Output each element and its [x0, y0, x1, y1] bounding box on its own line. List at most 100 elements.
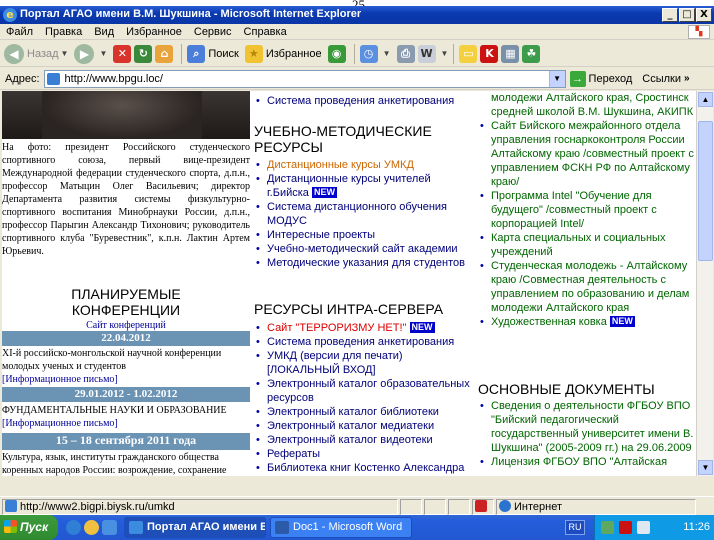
scroll-down-icon[interactable]: ▼: [698, 460, 713, 475]
address-bar: Адрес: http://www.bpgu.loc/ ▼ → Переход …: [0, 68, 714, 90]
clock: 11:26: [683, 521, 710, 533]
list-item[interactable]: Электронный каталог образовательных ресу…: [252, 377, 474, 405]
list-item[interactable]: Карта специальных и социальных учреждени…: [476, 231, 696, 259]
event-item: Культура, язык, институты гражданского о…: [2, 451, 250, 476]
list-item[interactable]: Учебно-методический сайт академии: [252, 242, 474, 256]
list-item[interactable]: Методические указания для студентов: [252, 256, 474, 270]
back-button[interactable]: ◀ Назад ▼: [4, 43, 68, 64]
list-item[interactable]: Студенческая молодежь - Алтайскому краю …: [476, 259, 696, 315]
conferences-site-link[interactable]: Сайт конференций: [2, 320, 250, 331]
menu-view[interactable]: Вид: [88, 24, 120, 40]
scroll-thumb[interactable]: [698, 121, 713, 261]
windows-flag-icon: [4, 520, 17, 533]
list-item[interactable]: Художественная ковка NEW: [476, 315, 696, 329]
list-item[interactable]: Дистанционные курсы УМКД: [252, 158, 474, 172]
minimize-button[interactable]: _: [662, 8, 678, 22]
maximize-button[interactable]: □: [679, 8, 695, 22]
address-url: http://www.bpgu.loc/: [64, 72, 163, 85]
go-button[interactable]: → Переход: [569, 70, 632, 87]
kaspersky-tray-icon[interactable]: [619, 521, 632, 534]
menu-file[interactable]: Файл: [0, 24, 39, 40]
event-info-link[interactable]: [Информационное письмо]: [2, 373, 250, 386]
list-item[interactable]: Сведения о деятельности ФГБОУ ВПО "Бийск…: [476, 399, 696, 455]
list-item[interactable]: Сайт Бийского межрайонного отдела управл…: [476, 119, 696, 189]
list-item[interactable]: Электронный каталог медиатеки: [252, 419, 474, 433]
list-item[interactable]: Интересные проекты: [252, 228, 474, 242]
clipped-link[interactable]: [267, 91, 307, 93]
language-indicator[interactable]: RU: [565, 520, 585, 535]
scroll-up-icon[interactable]: ▲: [698, 92, 713, 107]
event-text: XI-й российско-монгольской научной конфе…: [2, 348, 222, 372]
list-item[interactable]: Дистанционные курсы учителей г.Бийска NE…: [252, 172, 474, 200]
top-links: Система проведения анкетирования: [252, 94, 474, 108]
event-date: 22.04.2012: [2, 331, 250, 346]
network-icon[interactable]: [601, 521, 614, 534]
print-icon[interactable]: ⎙: [396, 44, 415, 63]
middle-column: Система проведения анкетирования УЧЕБНО-…: [252, 91, 474, 476]
menu-edit[interactable]: Правка: [39, 24, 88, 40]
close-button[interactable]: X: [696, 8, 712, 22]
clipped-item[interactable]: молодежи Алтайского края, Сростинск сред…: [491, 91, 696, 119]
list-item[interactable]: Система проведения анкетирования: [252, 94, 474, 108]
photo: [2, 91, 250, 139]
back-arrow-icon: ◀: [4, 43, 24, 64]
zone-field: Интернет: [496, 498, 696, 515]
zone-label: Интернет: [514, 500, 562, 513]
list-item[interactable]: Библиотека книг Костенко Александра: [252, 461, 474, 475]
favorites-label: Избранное: [265, 47, 322, 60]
media-icon[interactable]: ◉: [327, 44, 346, 63]
volume-icon[interactable]: [637, 521, 650, 534]
history-icon[interactable]: ◷: [359, 44, 378, 63]
refresh-icon[interactable]: ↻: [134, 44, 153, 63]
edit-icon[interactable]: W: [417, 44, 436, 63]
list-item[interactable]: Рефераты: [252, 447, 474, 461]
ie-quicklaunch-icon[interactable]: [66, 520, 81, 535]
documents-list: Сведения о деятельности ФГБОУ ВПО "Бийск…: [476, 399, 696, 469]
address-label: Адрес:: [5, 72, 40, 85]
forward-button[interactable]: ▶ ▼: [74, 43, 107, 64]
start-button[interactable]: Пуск: [0, 515, 58, 540]
intra-list: Сайт "ТЕРРОРИЗМУ НЕТ!" NEW Система прове…: [252, 321, 474, 475]
list-item[interactable]: Система проведения анкетирования: [252, 335, 474, 349]
menu-tools[interactable]: Сервис: [188, 24, 238, 40]
menu-help[interactable]: Справка: [238, 24, 293, 40]
list-item[interactable]: Лицензия ФГБОУ ВПО "Алтайская: [476, 455, 696, 469]
task-label: Doc1 - Microsoft Word: [293, 521, 403, 533]
desktop-icon[interactable]: [102, 520, 117, 535]
list-item[interactable]: Сайт "ТЕРРОРИЗМУ НЕТ!" NEW: [252, 321, 474, 335]
list-item[interactable]: Электронный каталог видеотеки: [252, 433, 474, 447]
media-player-icon[interactable]: [84, 520, 99, 535]
word-icon: [275, 521, 289, 534]
event-info-link[interactable]: [Информационное письмо]: [2, 417, 250, 430]
section-title-intra: РЕСУРСЫ ИНТРА-СЕРВЕРА: [254, 301, 444, 317]
taskbar-item-browser[interactable]: Портал АГАО имени В...: [124, 517, 266, 538]
vertical-scrollbar[interactable]: ▲ ▼: [696, 91, 713, 476]
address-input[interactable]: http://www.bpgu.loc/ ▼: [43, 69, 566, 88]
new-badge: NEW: [409, 322, 435, 333]
messenger-icon[interactable]: ☘: [522, 44, 541, 63]
go-arrow-icon: →: [569, 70, 586, 87]
event-item: ФУНДАМЕНТАЛЬНЫЕ НАУКИ И ОБРАЗОВАНИЕ [Инф…: [2, 404, 250, 430]
new-badge: NEW: [609, 316, 635, 327]
menu-favorites[interactable]: Избранное: [120, 24, 188, 40]
home-icon[interactable]: ⌂: [155, 44, 174, 63]
links-button[interactable]: Ссылки: [642, 73, 681, 85]
section-title-line2: РЕСУРСЫ: [254, 139, 323, 155]
list-item[interactable]: УМКД (версии для печати) [ЛОКАЛЬНЫЙ ВХОД…: [252, 349, 474, 377]
conferences-title-line2: КОНФЕРЕНЦИИ: [71, 302, 181, 318]
event-date: 15 – 18 сентября 2011 года: [2, 433, 250, 450]
list-item[interactable]: Программа Intel "Обучение для будущего" …: [476, 189, 696, 231]
research-icon[interactable]: ▦: [501, 44, 520, 63]
list-item[interactable]: Система дистанционного обучения МОДУС: [252, 200, 474, 228]
list-item-label: Дистанционные курсы учителей г.Бийска: [267, 173, 431, 199]
section-title-resources: УЧЕБНО-МЕТОДИЧЕСКИЕ РЕСУРСЫ: [254, 123, 432, 155]
status-bar: http://www2.bigpi.biysk.ru/umkd Интернет: [0, 496, 714, 516]
search-button[interactable]: ⌕ Поиск: [187, 44, 239, 63]
address-dropdown-icon[interactable]: ▼: [548, 70, 565, 87]
kaspersky-icon[interactable]: K: [480, 44, 499, 63]
list-item[interactable]: Электронный каталог библиотеки: [252, 405, 474, 419]
favorites-button[interactable]: ★ Избранное: [244, 44, 322, 63]
folder-icon[interactable]: ▭: [459, 44, 478, 63]
taskbar-item-word[interactable]: Doc1 - Microsoft Word: [270, 517, 412, 538]
stop-icon[interactable]: ✕: [113, 44, 132, 63]
